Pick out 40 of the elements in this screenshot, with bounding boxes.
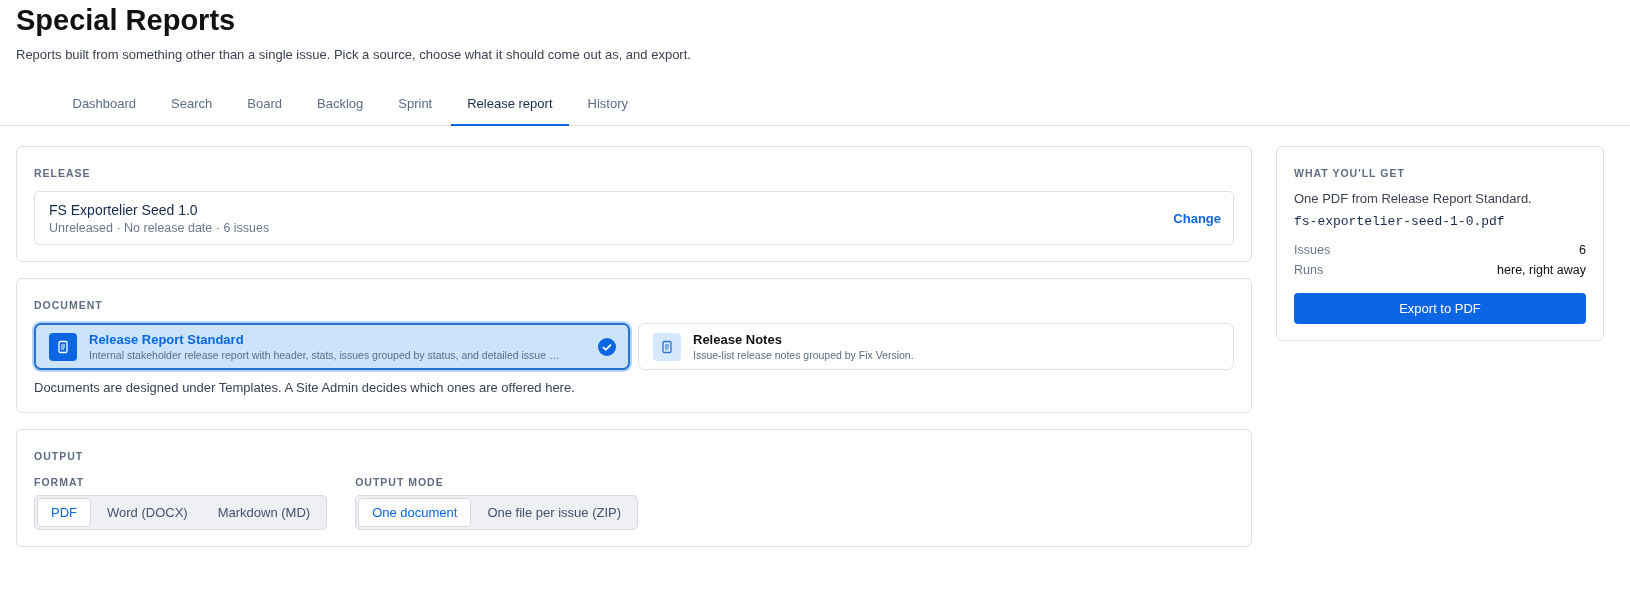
release-name: FS Exportelier Seed 1.0	[49, 202, 199, 218]
summary-value: 6	[1579, 243, 1586, 257]
summary-text: One PDF from Release Report Standard.	[1294, 191, 1533, 206]
section-heading: RELEASE	[34, 167, 91, 179]
document-option[interactable]: Release Report Standard Internal stakeholder release report with header, stats, issues grouped by status, and detailed issue …	[34, 323, 630, 370]
document-icon	[653, 332, 681, 361]
summary-label: Issues	[1294, 243, 1331, 257]
check-icon	[597, 336, 617, 357]
option-description: Internal stakeholder release report with header, stats, issues grouped by status, and detailed issue …	[89, 349, 561, 361]
segment-option[interactable]: One file per issue (ZIP)	[473, 498, 636, 527]
release-meta: Unreleased · No release date · 6 issues	[49, 221, 270, 235]
page-title: Special Reports	[16, 3, 236, 37]
export-button[interactable]: Export to PDF	[1294, 293, 1586, 324]
nav-tab[interactable]: Search	[155, 86, 229, 126]
document-icon	[49, 332, 77, 361]
segment-option[interactable]: Word (DOCX)	[93, 498, 202, 527]
section-heading: OUTPUT	[34, 450, 84, 462]
file-name: fs-exportelier-seed-1-0.pdf	[1294, 214, 1506, 229]
group-label: OUTPUT MODE	[355, 476, 444, 488]
summary-label: Runs	[1294, 263, 1324, 277]
nav-tab[interactable]: History	[571, 86, 644, 126]
section-heading: WHAT YOU'LL GET	[1294, 167, 1405, 179]
group-label: FORMAT	[34, 476, 85, 488]
nav-tab[interactable]: Dashboard	[56, 86, 153, 126]
segment-option[interactable]: PDF	[37, 498, 91, 527]
section-heading: DOCUMENT	[34, 299, 103, 311]
option-description: Issue-list release notes grouped by Fix Version.	[693, 349, 915, 361]
option-title: Release Report Standard	[89, 332, 245, 347]
segment-option[interactable]: One document	[358, 498, 472, 527]
nav-tab[interactable]: Backlog	[301, 86, 380, 126]
nav-tab[interactable]: Board	[231, 86, 298, 126]
document-option[interactable]: Release Notes Issue-list release notes grouped by Fix Version.	[638, 323, 1234, 370]
page-description: Reports built from something other than a single issue. Pick a source, choose what it should come out as, and export.	[16, 47, 692, 62]
nav-tab[interactable]: Sprint	[382, 86, 449, 126]
summary-value: here, right away	[1497, 263, 1586, 277]
help-text: Documents are designed under Templates. A Site Admin decides which ones are offered here.	[34, 380, 575, 395]
nav-tab[interactable]: Release report	[451, 86, 569, 126]
segment-option[interactable]: Markdown (MD)	[203, 498, 325, 527]
change-link[interactable]: Change	[1173, 209, 1221, 228]
option-title: Release Notes	[693, 332, 783, 347]
